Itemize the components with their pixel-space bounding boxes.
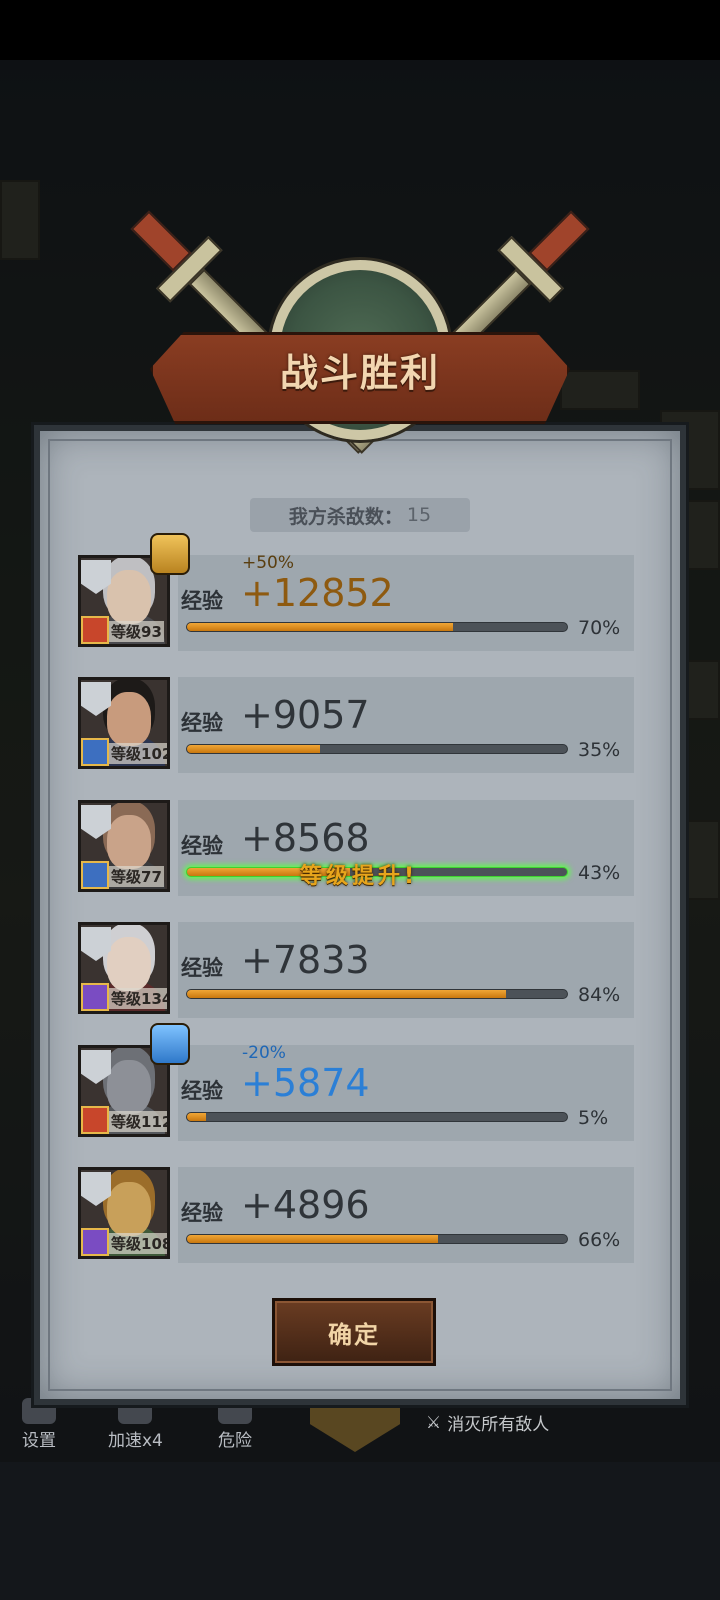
victory-emblem: 战斗胜利 — [130, 210, 590, 490]
warrior-role-icon — [81, 1106, 109, 1134]
speed-button[interactable]: 加速x4 — [108, 1398, 163, 1451]
exp-gained: +9057 — [241, 693, 370, 737]
hero-row: 等级134 经验 +7833 84% — [78, 922, 634, 1018]
exp-progress-fill — [187, 1113, 206, 1121]
hero-level: 等级112 — [109, 1111, 167, 1132]
hero-portrait[interactable]: 等级108 — [78, 1167, 170, 1259]
hero-row: 等级112 -20% 经验 +5874 5% — [78, 1023, 634, 1141]
exp-progress-fill — [187, 1235, 438, 1243]
thumbs-down-icon — [150, 1023, 190, 1065]
navigation-bar — [0, 1462, 720, 1600]
hero-row: 等级77 经验 +8568 等级提升! 43% — [78, 800, 634, 896]
exp-percent: 84% — [578, 984, 621, 1006]
sword-role-icon — [81, 738, 109, 766]
exp-progress-fill — [187, 745, 320, 753]
exp-label: 经验 — [181, 589, 223, 613]
exp-percent: 66% — [578, 1229, 621, 1251]
exp-percent: 35% — [578, 739, 621, 761]
exp-progress-fill — [187, 623, 453, 631]
exp-percent: 5% — [578, 1107, 609, 1129]
staff-role-icon — [81, 1228, 109, 1256]
hero-row: 等级93 +50% 经验 +12852 70% — [78, 533, 634, 651]
exp-progress-bar — [186, 1112, 568, 1122]
hero-portrait[interactable]: 等级77 — [78, 800, 170, 892]
exp-label: 经验 — [181, 711, 223, 735]
exp-gained: +8568 — [241, 816, 370, 860]
exp-progress-bar — [186, 1234, 568, 1244]
hero-level: 等级108 — [109, 1233, 167, 1254]
hero-row: 等级102 经验 +9057 35% — [78, 677, 634, 773]
status-bar — [0, 0, 720, 60]
page-title: 战斗胜利 — [279, 351, 440, 395]
hero-level: 等级134 — [109, 988, 167, 1009]
exp-gained: +4896 — [241, 1183, 370, 1227]
staff-role-icon — [81, 983, 109, 1011]
exp-percent: 43% — [578, 862, 621, 884]
exp-gained: +7833 — [241, 938, 370, 982]
settings-button[interactable]: 设置 — [22, 1398, 56, 1451]
hero-level: 等级102 — [109, 743, 167, 764]
exp-bonus: +50% — [242, 553, 295, 573]
objective-label: ⚔ 消灭所有敌人 — [426, 1412, 550, 1436]
hero-portrait[interactable]: 等级134 — [78, 922, 170, 1014]
kill-count: 我方杀敌数： 15 — [250, 498, 470, 532]
danger-button[interactable]: 危险 — [218, 1398, 252, 1451]
exp-gained: +5874 — [241, 1061, 370, 1105]
exp-label: 经验 — [181, 834, 223, 858]
exp-progress-bar — [186, 989, 568, 999]
hero-row: 等级108 经验 +4896 66% — [78, 1167, 634, 1263]
hero-portrait[interactable]: 等级102 — [78, 677, 170, 769]
exp-gained: +12852 — [241, 571, 394, 615]
exp-label: 经验 — [181, 1201, 223, 1225]
hero-level: 等级93 — [109, 621, 164, 642]
battle-hud: 设置 加速x4 危险 ⚔ 消灭所有敌人 — [0, 1390, 720, 1458]
exp-bonus: -20% — [242, 1043, 286, 1063]
level-up-label: 等级提升! — [300, 864, 419, 889]
sword-role-icon — [81, 861, 109, 889]
exp-progress-fill — [187, 990, 507, 998]
exp-label: 经验 — [181, 956, 223, 980]
exp-percent: 70% — [578, 617, 621, 639]
crossed-swords-icon: ⚔ — [426, 1412, 442, 1433]
exp-progress-bar — [186, 622, 568, 632]
exp-progress-bar — [186, 744, 568, 754]
thumbs-up-icon — [150, 533, 190, 575]
hero-level: 等级77 — [109, 866, 164, 887]
warrior-role-icon — [81, 616, 109, 644]
exp-label: 经验 — [181, 1079, 223, 1103]
confirm-button[interactable]: 确定 — [272, 1298, 436, 1366]
